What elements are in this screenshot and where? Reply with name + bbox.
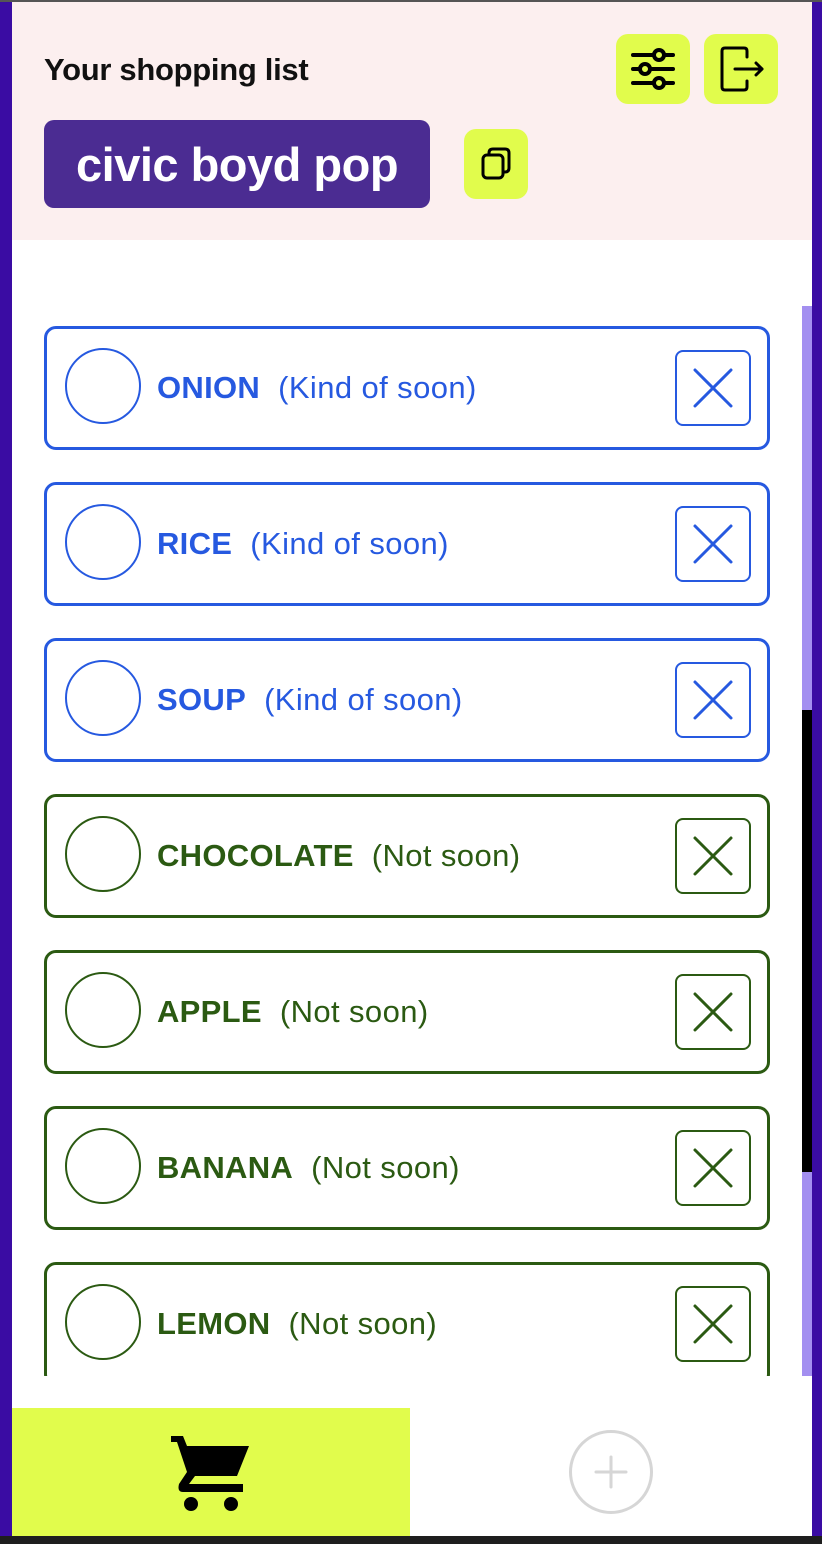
purchase-checkbox[interactable] — [65, 972, 141, 1048]
purchase-checkbox[interactable] — [65, 1284, 141, 1360]
close-icon — [693, 1304, 733, 1344]
copy-token-button[interactable] — [464, 129, 528, 199]
bottom-nav — [12, 1408, 812, 1536]
list-item: SOUP (Kind of soon) — [44, 638, 770, 762]
delete-item-button[interactable] — [675, 662, 751, 738]
close-icon — [693, 524, 733, 564]
plus-circle-icon — [569, 1430, 653, 1514]
item-urgency: (Kind of soon) — [264, 682, 463, 717]
sliders-icon — [631, 48, 675, 90]
list-item: BANANA (Not soon) — [44, 1106, 770, 1230]
list-token: civic boyd pop — [76, 137, 399, 191]
item-name: LEMON — [157, 1306, 271, 1341]
purchase-checkbox[interactable] — [65, 816, 141, 892]
item-urgency: (Not soon) — [288, 1306, 438, 1341]
cart-icon — [171, 1436, 249, 1511]
settings-button[interactable] — [616, 34, 690, 104]
item-name: SOUP — [157, 682, 247, 717]
item-urgency: (Not soon) — [311, 1150, 460, 1185]
item-name: BANANA — [157, 1150, 294, 1185]
list-token-badge: civic boyd pop — [44, 120, 431, 208]
item-name: CHOCOLATE — [157, 838, 354, 873]
copy-icon — [481, 147, 511, 180]
nav-add-tab[interactable] — [410, 1408, 812, 1536]
list-item: APPLE (Not soon) — [44, 950, 770, 1074]
header: Your shopping list civic boyd pop — [12, 2, 812, 240]
logout-button[interactable] — [704, 34, 778, 104]
logout-icon — [720, 46, 764, 92]
page-title: Your shopping list — [44, 52, 309, 87]
item-urgency: (Not soon) — [371, 838, 521, 873]
item-urgency: (Not soon) — [279, 994, 429, 1029]
purchase-checkbox[interactable] — [65, 660, 141, 736]
close-icon — [693, 680, 733, 720]
list-item: CHOCOLATE (Not soon) — [44, 794, 770, 918]
shopping-list: ONION (Kind of soon) RICE (Kind of soon)… — [12, 240, 812, 1376]
list-item: ONION (Kind of soon) — [44, 326, 770, 450]
purchase-checkbox[interactable] — [65, 1128, 141, 1204]
window-bottom-border — [0, 1536, 822, 1544]
delete-item-button[interactable] — [675, 1130, 751, 1206]
delete-item-button[interactable] — [675, 350, 751, 426]
delete-item-button[interactable] — [675, 1286, 751, 1362]
item-name: APPLE — [157, 994, 262, 1029]
close-icon — [693, 1148, 733, 1188]
delete-item-button[interactable] — [675, 974, 751, 1050]
item-urgency: (Kind of soon) — [278, 370, 477, 405]
list-item: RICE (Kind of soon) — [44, 482, 770, 606]
list-item: LEMON (Not soon) — [44, 1262, 770, 1376]
item-urgency: (Kind of soon) — [250, 526, 449, 561]
purchase-checkbox[interactable] — [65, 348, 141, 424]
item-name: RICE — [157, 526, 233, 561]
close-icon — [693, 992, 733, 1032]
scrollbar-thumb[interactable] — [802, 710, 812, 1172]
delete-item-button[interactable] — [675, 818, 751, 894]
app: Your shopping list civic boyd pop ONION … — [12, 2, 812, 1536]
close-icon — [693, 836, 733, 876]
purchase-checkbox[interactable] — [65, 504, 141, 580]
close-icon — [693, 368, 733, 408]
delete-item-button[interactable] — [675, 506, 751, 582]
item-name: ONION — [157, 370, 261, 405]
nav-list-tab[interactable] — [12, 1408, 410, 1536]
